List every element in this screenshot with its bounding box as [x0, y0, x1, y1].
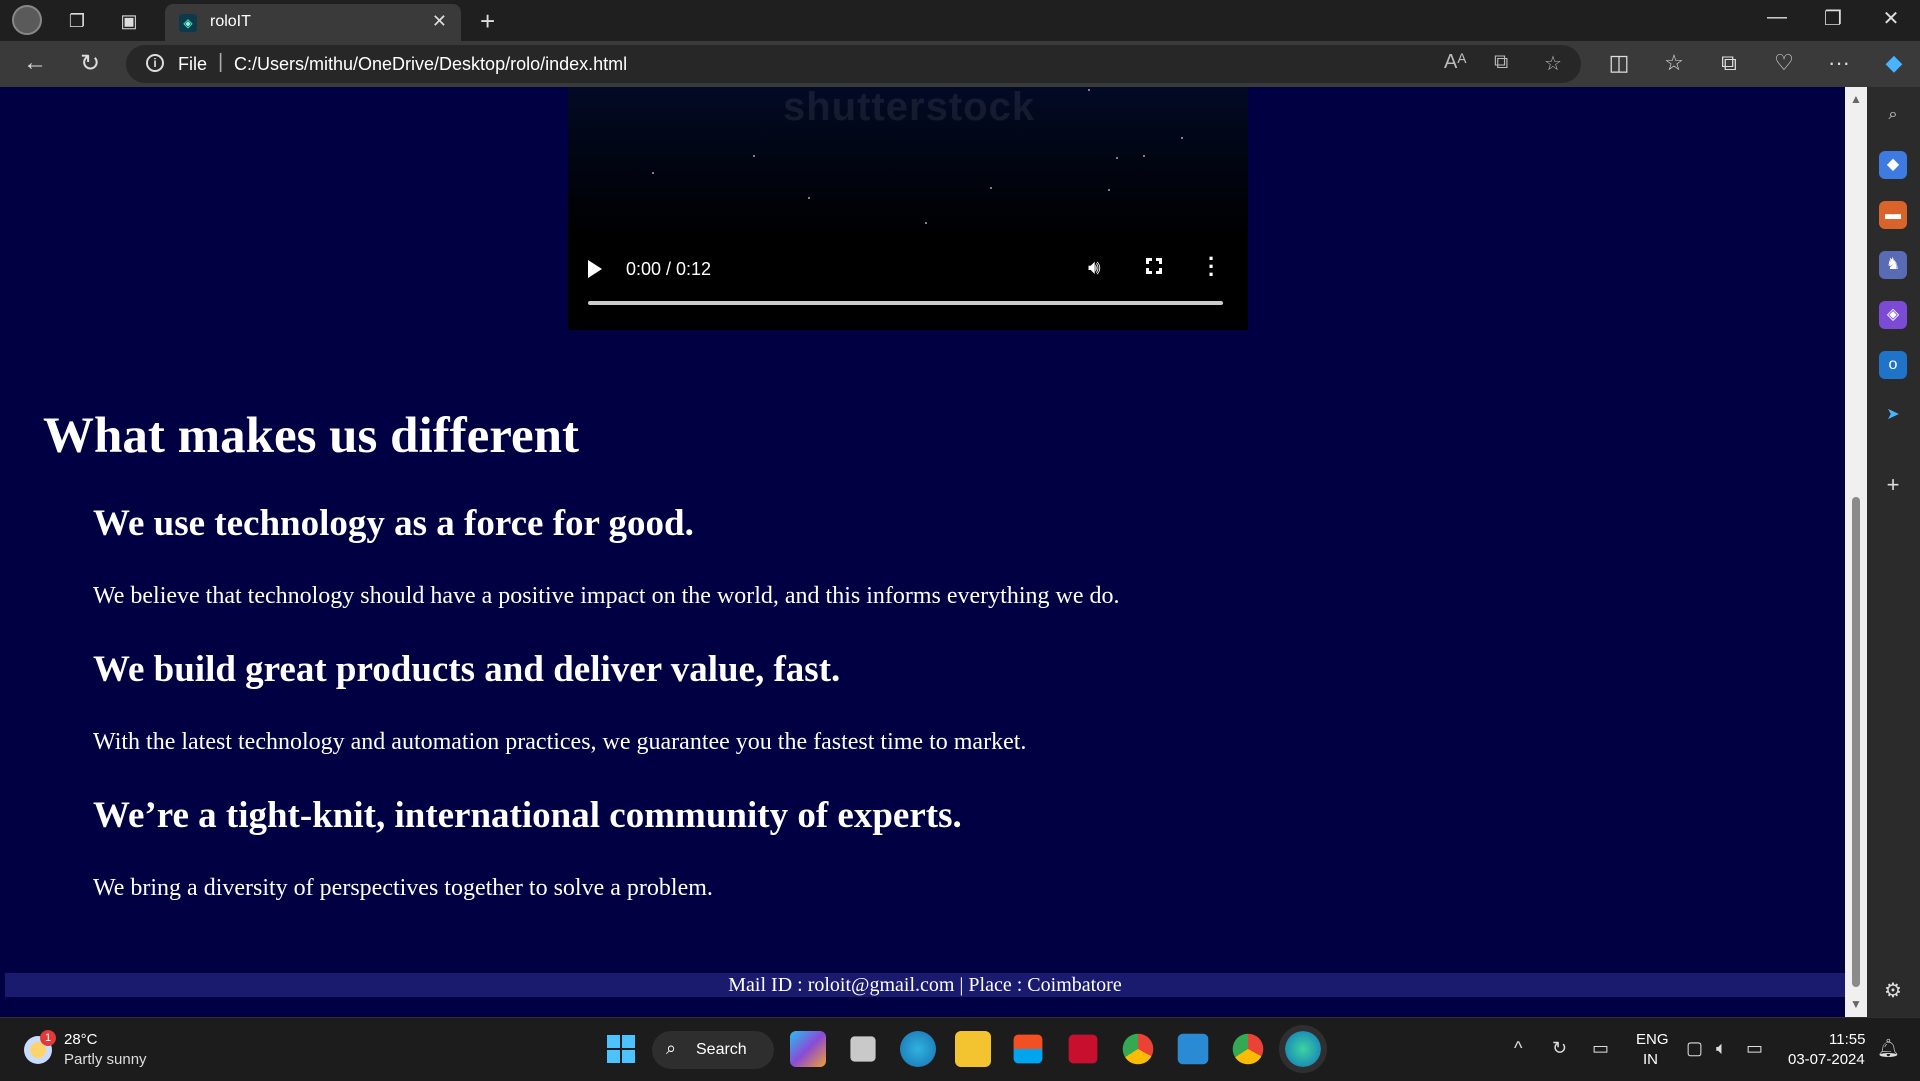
file-explorer-icon[interactable]: [955, 1031, 991, 1067]
profile-avatar[interactable]: [12, 5, 42, 35]
edge-app-icon[interactable]: [1279, 1025, 1327, 1073]
workspaces-icon[interactable]: ❐: [64, 8, 90, 34]
weather-temperature[interactable]: 28°C: [64, 1031, 98, 1048]
video-time: 0:00 / 0:12: [626, 259, 712, 279]
url-text[interactable]: C:/Users/mithu/OneDrive/Desktop/rolo/ind…: [234, 54, 627, 75]
favorite-star-icon[interactable]: ☆: [1544, 51, 1562, 76]
task-view-icon[interactable]: [850, 1036, 876, 1062]
video-player[interactable]: shutterstock 0:00 / 0:12 🔊︎ · · ·: [568, 87, 1248, 330]
page-scrollbar[interactable]: ▲ ▼: [1845, 87, 1867, 1017]
refresh-button[interactable]: ↻: [74, 49, 106, 78]
show-hidden-icons-icon[interactable]: ^: [1514, 1038, 1522, 1059]
language-indicator[interactable]: ENG: [1636, 1031, 1669, 1048]
drop-send-icon[interactable]: ➤: [1879, 401, 1907, 429]
browser-essentials-icon[interactable]: ♡: [1768, 50, 1800, 76]
tab-title: roloIT: [210, 13, 251, 30]
play-icon[interactable]: [588, 260, 602, 278]
video-watermark: shutterstock: [783, 87, 1036, 129]
notifications-icon[interactable]: 🔔︎: [1877, 1038, 1900, 1059]
microsoft-365-icon[interactable]: ◈: [1879, 301, 1907, 329]
start-button[interactable]: [603, 1031, 639, 1067]
speaker-icon[interactable]: 🔈︎: [1716, 1038, 1727, 1059]
new-tab-button[interactable]: +: [480, 6, 495, 37]
taskbar-search[interactable]: ⌕ Search: [652, 1031, 774, 1069]
fullscreen-icon[interactable]: [1146, 258, 1162, 274]
page-footer: Mail ID : roloit@gmail.com | Place : Coi…: [5, 973, 1845, 997]
address-bar[interactable]: i File | C:/Users/mithu/OneDrive/Desktop…: [126, 45, 1581, 83]
video-frame: shutterstock: [568, 87, 1248, 237]
scroll-down-arrow-icon[interactable]: ▼: [1850, 997, 1862, 1011]
games-icon[interactable]: ♞: [1879, 251, 1907, 279]
video-progress-bar[interactable]: [588, 301, 1223, 305]
battery-icon[interactable]: ▭: [1746, 1038, 1763, 1059]
copilot-icon[interactable]: ◆: [1878, 50, 1910, 76]
url-separator: |: [218, 51, 224, 73]
feature-heading: We’re a tight-knit, international commun…: [93, 795, 962, 836]
tab-close-icon[interactable]: ✕: [432, 11, 447, 32]
microsoft-store-icon[interactable]: [1013, 1034, 1043, 1064]
chrome-icon[interactable]: [1122, 1033, 1154, 1065]
search-icon: ⌕: [666, 1038, 677, 1058]
tools-icon[interactable]: ▬: [1879, 201, 1907, 229]
browser-tab[interactable]: ◈ roloIT ✕: [165, 4, 461, 41]
feature-text: With the latest technology and automatio…: [93, 729, 1027, 755]
chrome-profile-icon[interactable]: [1232, 1033, 1264, 1065]
network-icon[interactable]: ▢: [1686, 1038, 1703, 1059]
site-info-icon[interactable]: i: [146, 54, 164, 72]
browser-title-bar: ❐ ▣ ◈ roloIT ✕ + — ❐ ✕: [0, 0, 1920, 41]
url-scheme: File: [178, 54, 208, 74]
add-sidebar-app-icon[interactable]: +: [1879, 471, 1907, 499]
feature-heading: We build great products and deliver valu…: [93, 649, 841, 690]
clock-time[interactable]: 11:55: [1829, 1031, 1865, 1048]
volume-icon[interactable]: 🔊︎: [1088, 257, 1101, 280]
sidebar-settings-icon[interactable]: ⚙: [1879, 977, 1907, 1005]
minimize-button[interactable]: —: [1757, 6, 1797, 29]
split-screen-icon[interactable]: ◫: [1603, 50, 1635, 76]
keyboard-layout-icon[interactable]: ▭: [1592, 1038, 1609, 1059]
scroll-up-arrow-icon[interactable]: ▲: [1850, 92, 1862, 106]
weather-description[interactable]: Partly sunny: [64, 1051, 147, 1068]
close-window-button[interactable]: ✕: [1871, 6, 1911, 31]
collections-icon[interactable]: ⧉: [1713, 50, 1745, 76]
favicon-icon: ◈: [179, 14, 197, 32]
vertical-tabs-icon[interactable]: ▣: [116, 8, 142, 34]
settings-more-icon[interactable]: ···: [1823, 50, 1855, 76]
vscode-icon[interactable]: [1177, 1033, 1209, 1065]
read-aloud-icon[interactable]: Aᴬ: [1444, 51, 1466, 74]
video-more-options-icon[interactable]: · · ·: [1208, 248, 1215, 286]
outlook-icon[interactable]: o: [1879, 351, 1907, 379]
section-title: What makes us different: [43, 408, 579, 464]
restore-button[interactable]: ❐: [1813, 6, 1853, 31]
favorites-icon[interactable]: ☆: [1658, 50, 1690, 76]
feature-text: We believe that technology should have a…: [93, 583, 1120, 609]
windows-taskbar: 1 28°C Partly sunny ⌕ Search ^ ↻ ▭ ENG I…: [0, 1017, 1920, 1081]
scrollbar-thumb[interactable]: [1852, 497, 1860, 987]
feature-heading: We use technology as a force for good.: [93, 503, 694, 544]
notification-badge: 1: [40, 1030, 56, 1046]
immersive-reader-icon[interactable]: ⧉: [1494, 51, 1508, 74]
language-region[interactable]: IN: [1643, 1051, 1658, 1068]
sync-icon[interactable]: ↻: [1552, 1038, 1567, 1059]
back-button[interactable]: ←: [19, 49, 51, 77]
copilot-preview-app-icon[interactable]: [790, 1031, 826, 1067]
amd-software-icon[interactable]: [1068, 1034, 1098, 1064]
feature-text: We bring a diversity of perspectives tog…: [93, 875, 713, 901]
edge-dev-app-icon[interactable]: [900, 1031, 936, 1067]
search-label: Search: [696, 1041, 747, 1058]
shopping-tag-icon[interactable]: ◆: [1879, 151, 1907, 179]
sidebar-search-icon[interactable]: ⌕: [1879, 101, 1907, 129]
clock-date[interactable]: 03-07-2024: [1788, 1051, 1865, 1068]
edge-sidebar: ⌕ ◆ ▬ ♞ ◈ o ➤ + ⚙: [1867, 87, 1920, 1017]
page-viewport: shutterstock 0:00 / 0:12 🔊︎ · · · What mak…: [5, 87, 1845, 1017]
